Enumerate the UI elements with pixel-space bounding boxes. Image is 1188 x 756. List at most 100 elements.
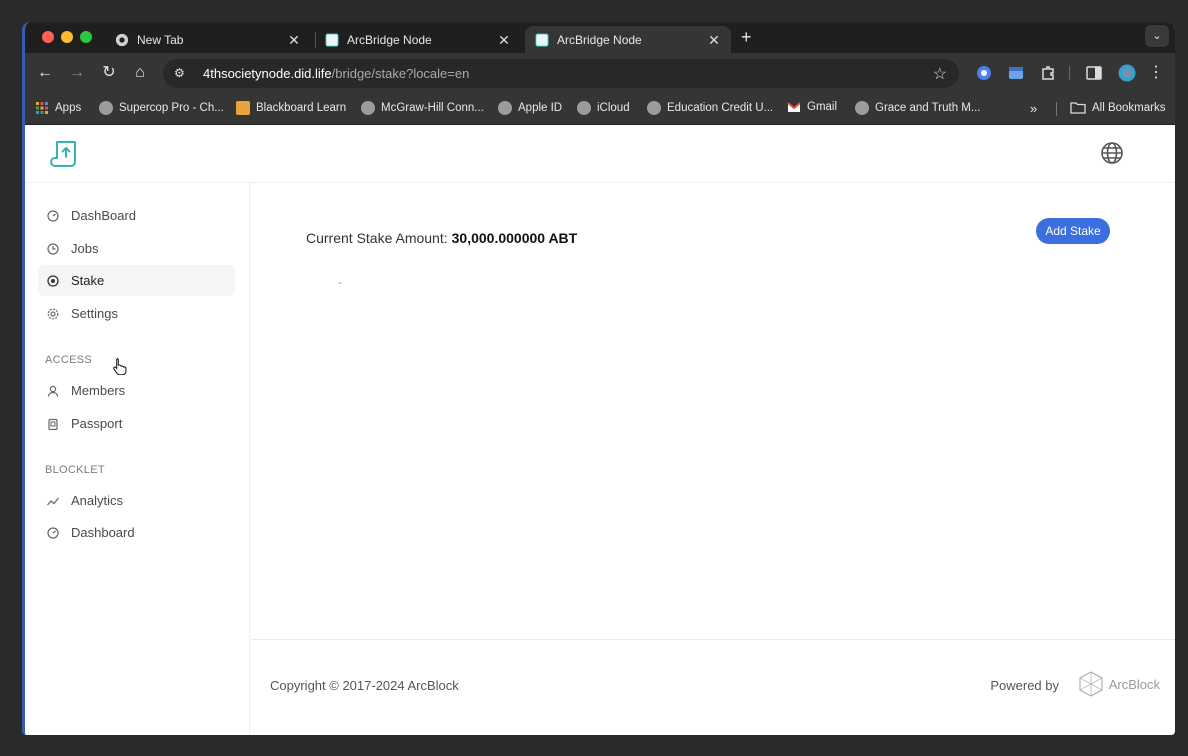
arcbridge-favicon-icon (535, 33, 549, 47)
bookmark-label: All Bookmarks (1092, 101, 1166, 114)
close-window-button[interactable] (42, 31, 54, 43)
tab-arcbridge-node[interactable]: ArcBridge Node ✕ (315, 26, 521, 54)
side-panel-icon[interactable] (1085, 64, 1103, 82)
gear-icon (47, 308, 59, 319)
globe-icon (577, 101, 591, 115)
bookmark-label: McGraw-Hill Conn... (381, 102, 484, 114)
stake-label: Current Stake Amount: (306, 230, 448, 246)
close-tab-icon[interactable]: ✕ (497, 32, 511, 49)
sidebar-item-label: Members (71, 383, 126, 398)
sidebar-item-passport[interactable]: Passport (38, 408, 235, 439)
stake-value: 30,000.000000 ABT (451, 230, 578, 246)
sidebar-item-label: Stake (71, 273, 105, 288)
copyright-text: Copyright © 2017-2024 ArcBlock (270, 678, 459, 693)
browser-window: New Tab ✕ ArcBridge Node ✕ ArcBridge Nod… (22, 22, 1175, 735)
globe-language-icon[interactable] (1100, 141, 1124, 165)
bookmark-blackboard[interactable]: Blackboard Learn (236, 101, 346, 115)
powered-by-text: Powered by (990, 678, 1059, 693)
sidebar: DashBoard Jobs Stake Settings ACCESS Mem… (25, 183, 250, 735)
home-icon[interactable]: ⌂ (130, 63, 150, 83)
address-bar[interactable]: ⚙ 4thsocietynode.did.life/bridge/stake?l… (163, 59, 959, 88)
tab-strip: New Tab ✕ ArcBridge Node ✕ ArcBridge Nod… (25, 22, 1175, 54)
maximize-window-button[interactable] (80, 31, 92, 43)
trend-icon (47, 497, 59, 505)
bookmark-label: Education Credit U... (667, 102, 774, 114)
sidebar-item-jobs[interactable]: Jobs (38, 233, 235, 264)
bookmark-grace-and-truth[interactable]: Grace and Truth M... (855, 101, 980, 115)
extension-window-icon[interactable] (1007, 64, 1025, 82)
tab-title: ArcBridge Node (557, 33, 642, 47)
bookmark-apps[interactable]: Apps (35, 101, 81, 115)
clock-icon (47, 242, 59, 255)
target-icon (47, 274, 59, 287)
section-label-access: ACCESS (45, 354, 93, 366)
chevron-down-icon[interactable]: ⌄ (1145, 25, 1169, 47)
toolbar-divider (1069, 66, 1070, 80)
sidebar-item-settings[interactable]: Settings (38, 298, 235, 329)
tab-title: ArcBridge Node (347, 33, 432, 47)
sidebar-item-dashboard[interactable]: DashBoard (38, 200, 235, 231)
hand-cursor-icon (113, 358, 127, 375)
bookmark-supercop[interactable]: Supercop Pro - Ch... (99, 101, 224, 115)
puzzle-icon[interactable] (1039, 64, 1057, 82)
globe-icon (855, 101, 869, 115)
bookmark-label: Grace and Truth M... (875, 102, 981, 114)
bookmark-mcgraw-hill[interactable]: McGraw-Hill Conn... (361, 101, 484, 115)
gauge-icon (47, 526, 59, 539)
url-text: 4thsocietynode.did.life/bridge/stake?loc… (203, 66, 470, 81)
all-bookmarks[interactable]: All Bookmarks (1070, 101, 1166, 114)
bookmark-icloud[interactable]: iCloud (577, 101, 630, 115)
arcblock-logo[interactable]: ArcBlock (1079, 671, 1160, 697)
bookmark-label: Blackboard Learn (256, 102, 347, 114)
extension-circle-icon[interactable] (975, 64, 993, 82)
more-bookmarks-icon[interactable]: » (1030, 101, 1037, 116)
sidebar-item-label: Analytics (71, 493, 124, 508)
tab-arcbridge-node-active[interactable]: ArcBridge Node ✕ (525, 26, 731, 54)
minimize-window-button[interactable] (61, 31, 73, 43)
empty-placeholder: - (338, 275, 342, 289)
forward-arrow-icon[interactable]: → (67, 63, 87, 83)
arcblock-brand-text: ArcBlock (1108, 676, 1160, 692)
bookmark-gmail[interactable]: Gmail (787, 101, 837, 113)
gauge-icon (47, 209, 59, 222)
bookmark-divider (1056, 102, 1057, 116)
sidebar-item-label: Settings (71, 306, 118, 321)
site-settings-icon[interactable]: ⚙ (174, 66, 190, 82)
sidebar-item-label: Dashboard (71, 525, 135, 540)
arcbridge-favicon-icon (325, 33, 339, 47)
sidebar-item-stake[interactable]: Stake (38, 265, 235, 296)
main-content: Current Stake Amount: 30,000.000000 ABT A… (251, 183, 1175, 639)
web-page: DashBoard Jobs Stake Settings ACCESS Mem… (25, 125, 1175, 735)
back-arrow-icon[interactable]: ← (35, 63, 55, 83)
bookmark-star-icon[interactable]: ☆ (933, 64, 947, 84)
page-footer: Copyright © 2017-2024 ArcBlock Powered b… (251, 639, 1175, 735)
avatar[interactable] (1118, 64, 1136, 82)
bookmark-education-credit[interactable]: Education Credit U... (647, 101, 773, 115)
bookmark-apple-id[interactable]: Apple ID (498, 101, 562, 115)
sidebar-item-analytics[interactable]: Analytics (38, 485, 235, 516)
arcbridge-logo-icon[interactable] (49, 138, 81, 170)
folder-icon (1070, 102, 1086, 114)
add-stake-button[interactable]: Add Stake (1036, 218, 1110, 244)
bookmarks-bar: Apps Supercop Pro - Ch... Blackboard Lea… (25, 93, 1175, 125)
clipboard-icon (48, 418, 58, 430)
bookmark-label: Apple ID (518, 102, 563, 114)
close-tab-icon[interactable]: ✕ (287, 32, 301, 49)
blackboard-icon (236, 101, 250, 115)
close-tab-icon[interactable]: ✕ (707, 32, 721, 49)
sidebar-item-members[interactable]: Members (38, 375, 235, 406)
tab-new-tab[interactable]: New Tab ✕ (105, 26, 311, 54)
new-tab-icon[interactable]: + (741, 27, 752, 47)
arcblock-cube-icon (1079, 671, 1103, 697)
sidebar-item-label: Jobs (71, 241, 99, 256)
reload-icon[interactable]: ↻ (99, 63, 119, 83)
globe-icon (647, 101, 661, 115)
bookmark-label: Gmail (807, 101, 838, 113)
sidebar-item-label: DashBoard (71, 208, 137, 223)
app-header (25, 125, 1175, 183)
bookmark-label: iCloud (597, 102, 630, 114)
kebab-menu-icon[interactable]: ⋮ (1146, 63, 1166, 83)
user-icon (47, 385, 59, 397)
sidebar-item-blocklet-dashboard[interactable]: Dashboard (38, 517, 235, 548)
globe-icon (498, 101, 512, 115)
